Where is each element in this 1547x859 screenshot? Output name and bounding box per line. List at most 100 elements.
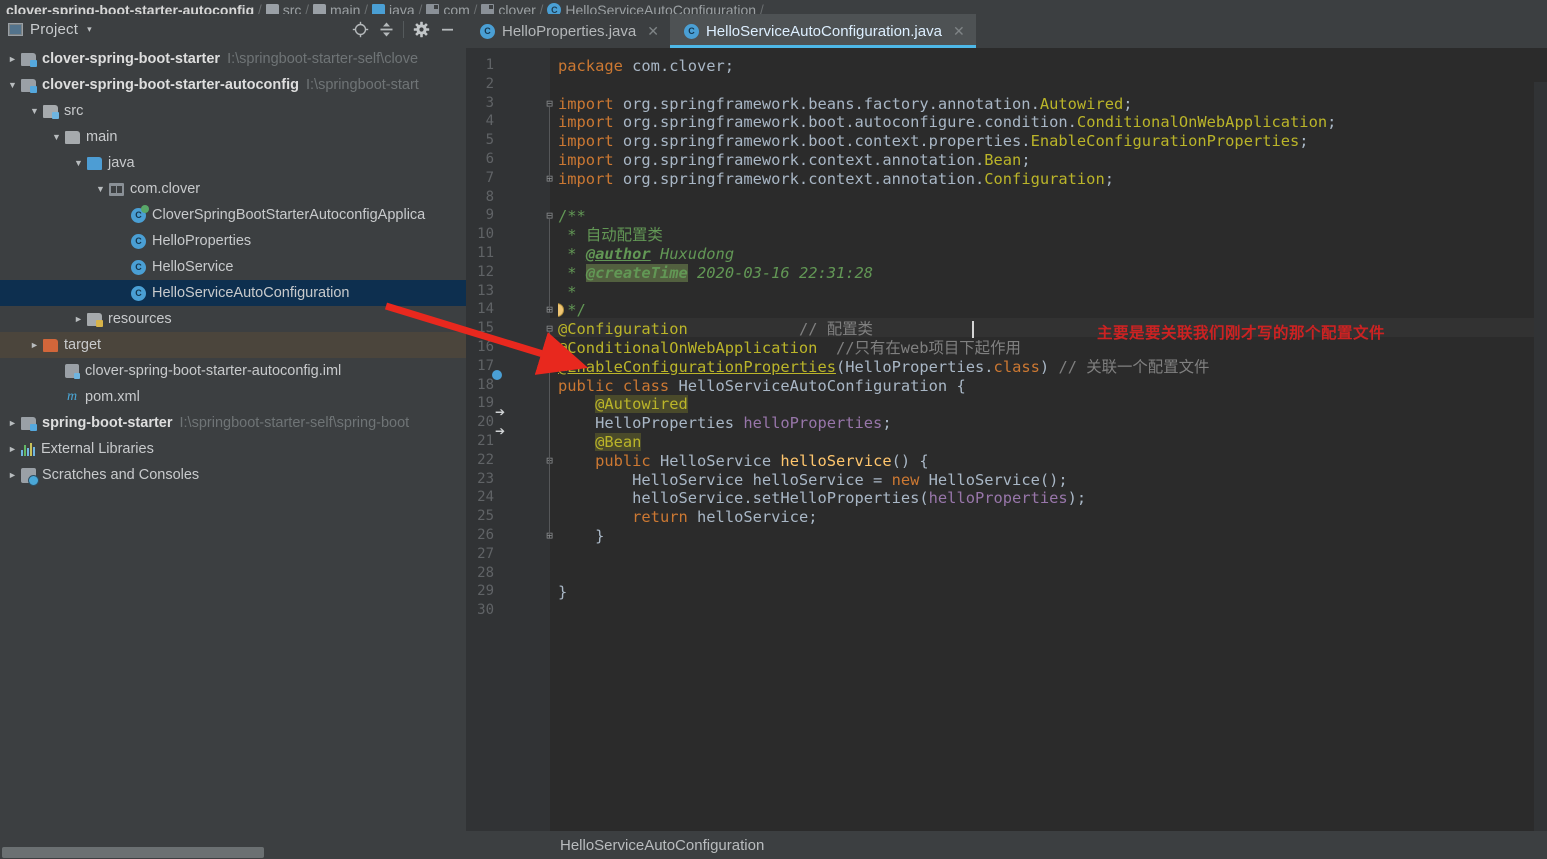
- code-editor[interactable]: 1234567891011121314151617181920212223242…: [466, 48, 1547, 859]
- locate-icon[interactable]: [347, 17, 373, 41]
- spring-bean-class-icon[interactable]: [500, 378, 517, 395]
- fold-region-line: [549, 219, 550, 309]
- text-caret: [972, 321, 974, 338]
- close-icon[interactable]: ✕: [647, 23, 659, 40]
- breadcrumb-item[interactable]: src: [262, 2, 306, 14]
- tree-collapse-arrow-icon[interactable]: ▼: [70, 158, 87, 168]
- breadcrumb-item[interactable]: com: [422, 2, 473, 14]
- tree-collapse-arrow-icon[interactable]: ▼: [4, 80, 21, 90]
- tree-item-java[interactable]: ▼java: [0, 150, 466, 176]
- tree-item-resources[interactable]: ►resources: [0, 306, 466, 332]
- tree-item-com-clover[interactable]: ▼com.clover: [0, 176, 466, 202]
- breadcrumb-item[interactable]: clover-spring-boot-starter-autoconfig: [2, 2, 258, 14]
- tree-item-helloserviceautoconfiguration[interactable]: HelloServiceAutoConfiguration: [0, 280, 466, 306]
- tree-expand-arrow-icon[interactable]: ►: [4, 470, 21, 480]
- tree-item-helloservice[interactable]: HelloService: [0, 254, 466, 280]
- folder-blue-icon: [87, 157, 102, 170]
- class-icon: [480, 24, 495, 39]
- tree-item-main[interactable]: ▼main: [0, 124, 466, 150]
- tree-item-pom-xml[interactable]: mpom.xml: [0, 384, 466, 410]
- project-tree[interactable]: ►clover-spring-boot-starterI:\springboot…: [0, 44, 466, 488]
- code-token: [558, 395, 595, 413]
- tree-item-spring-boot-starter[interactable]: ►spring-boot-starterI:\springboot-starte…: [0, 410, 466, 436]
- fold-region-line: [549, 464, 550, 535]
- code-token: @EnableConfigurationProperties: [558, 358, 836, 376]
- tree-expand-arrow-icon[interactable]: ►: [4, 444, 21, 454]
- code-line: @EnableConfigurationProperties(HelloProp…: [558, 358, 1209, 377]
- code-token: org.springframework.boot.context.propert…: [623, 132, 1031, 150]
- editor-tab-helloproperties[interactable]: HelloProperties.java✕: [466, 14, 670, 48]
- tree-collapse-arrow-icon[interactable]: ▼: [92, 184, 109, 194]
- hide-panel-icon[interactable]: [434, 17, 460, 41]
- code-token: import: [558, 151, 623, 169]
- line-number: 27: [448, 546, 494, 562]
- tree-item-clover-spring-boot-starter[interactable]: ►clover-spring-boot-starterI:\springboot…: [0, 46, 466, 72]
- tree-item-scratches-and-consoles[interactable]: ►Scratches and Consoles: [0, 462, 466, 488]
- tree-item-cloverspringbootstarterautoconfigapplica[interactable]: CloverSpringBootStarterAutoconfigApplica: [0, 202, 466, 228]
- code-token: org.springframework.beans.factory.annota…: [623, 95, 1040, 113]
- code-token: import: [558, 132, 623, 150]
- tree-item-label: HelloService: [152, 259, 233, 275]
- project-view-chevron-down-icon[interactable]: ▾: [87, 24, 92, 35]
- code-token: ;: [1021, 151, 1030, 169]
- tree-collapse-arrow-icon[interactable]: ▼: [48, 132, 65, 142]
- tree-item-label: CloverSpringBootStarterAutoconfigApplica: [152, 207, 425, 223]
- code-token: com.clover;: [632, 57, 734, 75]
- editor-tab-bar: HelloProperties.java✕HelloServiceAutoCon…: [466, 14, 1547, 48]
- code-token: org.springframework.context.annotation.: [623, 170, 984, 188]
- code-line: import org.springframework.context.annot…: [558, 170, 1114, 189]
- editor-markup-scrollbar[interactable]: [1534, 82, 1547, 859]
- tree-item-external-libraries[interactable]: ►External Libraries: [0, 436, 466, 462]
- code-token: HelloService: [660, 452, 780, 470]
- tree-item-src[interactable]: ▼src: [0, 98, 466, 124]
- line-number: 9: [448, 207, 494, 223]
- collapse-all-icon[interactable]: [373, 17, 399, 41]
- tree-expand-arrow-icon[interactable]: ►: [4, 54, 21, 64]
- tree-item-helloproperties[interactable]: HelloProperties: [0, 228, 466, 254]
- line-number: 19: [448, 395, 494, 411]
- close-icon[interactable]: ✕: [953, 23, 965, 40]
- scratches-icon: [21, 468, 36, 483]
- breadcrumb-item[interactable]: java: [368, 2, 419, 14]
- code-line: @Bean: [558, 433, 641, 452]
- project-window-icon: [8, 23, 23, 36]
- line-number: 23: [448, 471, 494, 487]
- tree-collapse-arrow-icon[interactable]: ▼: [26, 106, 43, 116]
- line-number: 26: [448, 527, 494, 543]
- line-number: 10: [448, 226, 494, 242]
- code-token: () {: [892, 452, 929, 470]
- code-token: }: [558, 583, 567, 601]
- code-line: import org.springframework.boot.context.…: [558, 132, 1309, 151]
- tree-item-clover-spring-boot-starter-autoconfig[interactable]: ▼clover-spring-boot-starter-autoconfigI:…: [0, 72, 466, 98]
- code-token: EnableConfigurationProperties: [1031, 132, 1300, 150]
- code-token: Huxudong: [651, 245, 734, 263]
- line-number: 14: [448, 301, 494, 317]
- editor-gutter[interactable]: 1234567891011121314151617181920212223242…: [466, 48, 550, 859]
- editor-tab-helloserviceautoconfiguration[interactable]: HelloServiceAutoConfiguration.java✕: [670, 14, 976, 48]
- editor-area: HelloProperties.java✕HelloServiceAutoCon…: [466, 14, 1547, 859]
- line-number: 25: [448, 508, 494, 524]
- fold-region-line: [549, 107, 550, 178]
- code-line: *: [558, 283, 577, 302]
- breadcrumb-label: java: [389, 2, 415, 14]
- code-token: ): [1040, 358, 1059, 376]
- breadcrumb-item[interactable]: main: [309, 2, 364, 14]
- code-token: @ConditionalOnWebApplication: [558, 339, 817, 357]
- breadcrumb-item[interactable]: HelloServiceAutoConfiguration: [543, 2, 760, 14]
- settings-gear-icon[interactable]: [408, 17, 434, 41]
- tree-item-target[interactable]: ►target: [0, 332, 466, 358]
- source-code[interactable]: package com.clover;import org.springfram…: [558, 48, 1547, 859]
- tree-item-icon: [131, 286, 146, 301]
- scrollbar-thumb[interactable]: [2, 847, 264, 858]
- tree-expand-arrow-icon[interactable]: ►: [4, 418, 21, 428]
- breadcrumb-item[interactable]: clover: [477, 2, 539, 14]
- project-horizontal-scrollbar[interactable]: [0, 843, 466, 859]
- tree-expand-arrow-icon[interactable]: ►: [26, 340, 43, 350]
- tree-item-clover-spring-boot-starter-autoconfig-iml[interactable]: clover-spring-boot-starter-autoconfig.im…: [0, 358, 466, 384]
- code-token: new: [892, 471, 929, 489]
- code-folding-column[interactable]: ⊟⊞⊟⊞⊟⊡⊟⊞: [543, 48, 557, 859]
- folder-blue-icon: [372, 4, 385, 14]
- spring-bean-method-icon[interactable]: [500, 434, 517, 451]
- code-line: import org.springframework.boot.autoconf…: [558, 113, 1336, 132]
- tree-expand-arrow-icon[interactable]: ►: [70, 314, 87, 324]
